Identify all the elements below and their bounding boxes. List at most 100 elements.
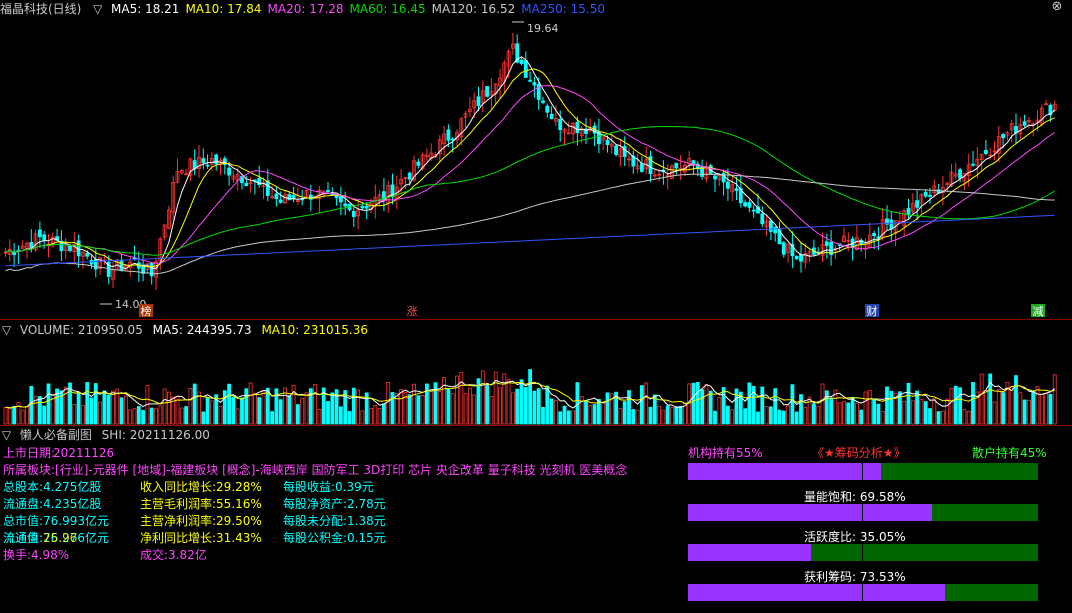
volume-bar	[910, 400, 915, 425]
svg-text:榜: 榜	[141, 304, 152, 318]
volume-bar	[154, 408, 158, 425]
volume-bar	[1001, 392, 1005, 425]
volume-bar	[467, 387, 472, 425]
volume-bars	[3, 369, 1057, 425]
volume-bar	[420, 394, 425, 425]
volume-bar	[584, 400, 588, 425]
volume-bar	[984, 390, 988, 425]
volume-bar	[498, 387, 502, 425]
volume-bar	[648, 406, 653, 425]
gauge-bar-fill	[688, 584, 946, 601]
volume-bar	[119, 397, 124, 425]
event-marker[interactable]: 财	[865, 304, 879, 318]
volume-bar	[949, 387, 954, 425]
candle-body	[274, 193, 279, 199]
volume-bar	[730, 409, 735, 425]
volume-bar	[81, 404, 85, 425]
info-row: 每股未分配:1.38元	[283, 514, 386, 528]
volume-bar	[93, 383, 98, 425]
candle-body	[640, 163, 644, 172]
volume-bar	[76, 392, 81, 425]
volume-bar	[820, 383, 825, 425]
volume-bar	[807, 396, 812, 425]
candle-body	[549, 113, 554, 120]
volume-bar	[992, 401, 997, 425]
candle-body	[558, 119, 563, 131]
volume-bar	[295, 404, 300, 425]
gauge-label: 量能饱和: 69.58%	[804, 490, 906, 504]
candle-body	[906, 208, 911, 216]
volume-bar	[98, 401, 102, 425]
volume-bar	[381, 403, 386, 425]
volume-bar	[386, 382, 391, 425]
volume-bar	[450, 393, 455, 425]
holding-bar	[688, 463, 1038, 480]
volume-bar	[472, 394, 477, 425]
candle-body	[971, 163, 975, 166]
volume-bar	[416, 395, 421, 425]
volume-bar	[880, 411, 885, 425]
stock-title: 福晶科技(日线)	[0, 2, 82, 16]
candle-body	[747, 202, 752, 208]
volume-bar	[941, 410, 945, 425]
candle-body	[824, 241, 829, 246]
volume-bar	[855, 402, 859, 425]
event-marker[interactable]: 榜	[139, 304, 153, 318]
volume-bar	[261, 390, 266, 425]
candle-body	[38, 229, 42, 238]
volume-bar	[132, 408, 137, 425]
collapse-triangle-icon[interactable]: ▽	[91, 0, 104, 18]
svg-text:涨: 涨	[407, 305, 418, 318]
volume-bar	[338, 406, 343, 425]
event-marker[interactable]: 涨	[405, 304, 419, 318]
volume-bar	[317, 409, 322, 425]
volume-bar	[252, 393, 257, 425]
volume-bar	[674, 406, 679, 425]
volume-bar	[330, 392, 335, 425]
volume-bar	[906, 382, 911, 425]
volume-bar	[442, 377, 447, 425]
volume-bar	[700, 389, 704, 425]
candle-body	[205, 164, 210, 167]
volume-bar	[781, 410, 786, 425]
volume-bar	[463, 393, 468, 425]
volume-bar	[351, 387, 356, 425]
volume-bar	[85, 382, 90, 425]
candle-body	[794, 255, 799, 260]
volume-bar	[713, 410, 717, 425]
ma-legend-item: MA10: 17.84	[185, 2, 262, 16]
volume-bar	[605, 392, 610, 425]
volume-bar	[446, 388, 451, 425]
volume-legend: ▽ VOLUME: 210950.05 MA5: 244395.73 MA10:…	[0, 321, 378, 339]
ma250-line	[5, 214, 1055, 267]
event-marker[interactable]: 减	[1031, 304, 1045, 318]
volume-bar	[958, 387, 962, 425]
candle-body	[523, 60, 528, 78]
candle-body	[446, 129, 451, 141]
collapse-triangle-icon[interactable]: ▽	[0, 426, 13, 444]
volume-bar	[945, 398, 950, 425]
volume-bar	[635, 409, 640, 425]
volume-bar	[665, 405, 670, 425]
collapse-triangle-icon[interactable]: ▽	[0, 321, 13, 339]
volume-bar	[640, 385, 644, 425]
volume-bar	[588, 405, 593, 425]
candle-body	[575, 121, 580, 134]
candle-body	[450, 138, 455, 141]
volume-chart[interactable]	[0, 340, 1072, 425]
info-row: 流通盘:4.235亿股	[3, 497, 102, 511]
volume-bar	[889, 390, 894, 425]
volume-bar	[726, 405, 730, 425]
close-icon[interactable]: ⊗	[1050, 0, 1064, 14]
candle-body	[85, 253, 90, 257]
candle-body	[519, 59, 524, 64]
candlestick-chart[interactable]: 19.6414.09榜涨财减	[0, 18, 1072, 318]
volume-bar	[786, 404, 790, 425]
volume-bar	[631, 409, 636, 425]
candle-body	[889, 219, 894, 230]
volume-bar	[799, 394, 803, 425]
candle-body	[287, 194, 292, 201]
gauge-label: 活跃度比: 35.05%	[804, 530, 906, 544]
chip-analysis-title: 《★筹码分析★》	[812, 446, 906, 460]
volume-bar	[936, 411, 941, 425]
